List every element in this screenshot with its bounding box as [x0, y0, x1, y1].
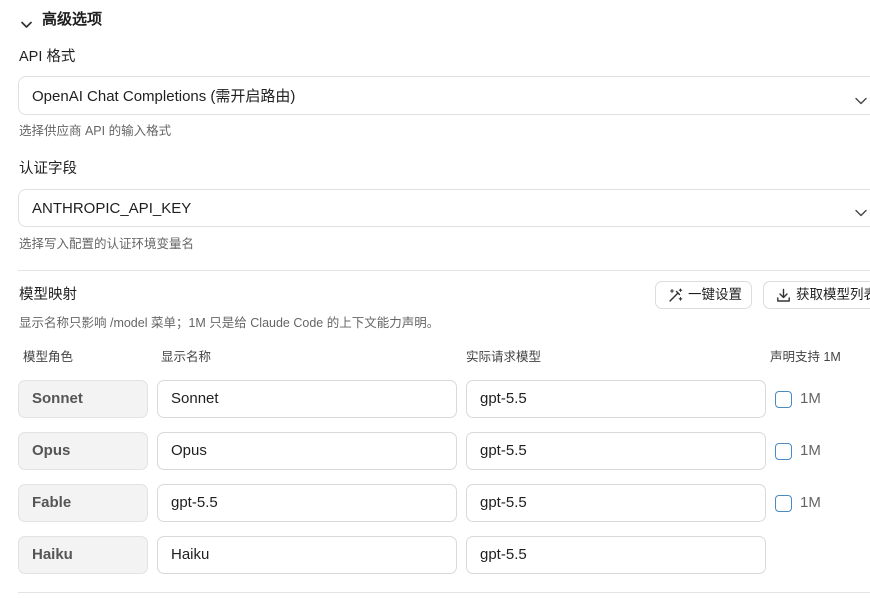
column-header-request-model: 实际请求模型: [466, 350, 542, 364]
auth-field-value: ANTHROPIC_API_KEY: [32, 199, 192, 217]
api-format-hint: 选择供应商 API 的输入格式: [19, 124, 172, 138]
model-role-cell: Haiku: [18, 536, 148, 574]
download-icon: [776, 288, 791, 303]
api-format-label: API 格式: [19, 49, 76, 65]
table-row: Sonnet Sonnet gpt-5.5 1M: [0, 380, 870, 418]
quick-setup-button[interactable]: 一键设置: [655, 281, 752, 309]
request-model-input[interactable]: gpt-5.5: [466, 432, 766, 470]
advanced-options-toggle[interactable]: 高级选项: [18, 8, 158, 32]
model-mapping-title: 模型映射: [19, 287, 77, 303]
display-name-input[interactable]: Opus: [157, 432, 457, 470]
request-model-input[interactable]: gpt-5.5: [466, 536, 766, 574]
fetch-models-label: 获取模型列表: [796, 287, 870, 302]
display-name-input[interactable]: Haiku: [157, 536, 457, 574]
column-header-display-name: 显示名称: [161, 350, 212, 364]
display-name-input[interactable]: Sonnet: [157, 380, 457, 418]
auth-field-select[interactable]: ANTHROPIC_API_KEY: [18, 189, 870, 227]
divider: [18, 270, 870, 271]
column-header-role: 模型角色: [23, 350, 74, 364]
chevron-down-icon: [21, 16, 32, 28]
api-format-select[interactable]: OpenAI Chat Completions (需开启路由): [18, 76, 870, 115]
section-title: 高级选项: [42, 11, 103, 28]
model-role-cell: Fable: [18, 484, 148, 522]
request-model-input[interactable]: gpt-5.5: [466, 484, 766, 522]
model-role-cell: Sonnet: [18, 380, 148, 418]
supports-1m-checkbox[interactable]: [775, 495, 792, 512]
display-name-input[interactable]: gpt-5.5: [157, 484, 457, 522]
auth-field-hint: 选择写入配置的认证环境变量名: [19, 237, 195, 251]
table-row: Opus Opus gpt-5.5 1M: [0, 432, 870, 470]
chevron-down-icon: [855, 204, 867, 217]
model-mapping-description: 显示名称只影响 /model 菜单；1M 只是给 Claude Code 的上下…: [19, 316, 440, 330]
quick-setup-label: 一键设置: [688, 287, 742, 302]
table-row: Fable gpt-5.5 gpt-5.5 1M: [0, 484, 870, 522]
divider: [18, 592, 870, 593]
supports-1m-checkbox[interactable]: [775, 391, 792, 408]
api-format-value: OpenAI Chat Completions (需开启路由): [32, 88, 296, 105]
request-model-input[interactable]: gpt-5.5: [466, 380, 766, 418]
fetch-models-button[interactable]: 获取模型列表: [763, 281, 870, 309]
supports-1m-label: 1M: [800, 494, 821, 511]
supports-1m-checkbox[interactable]: [775, 443, 792, 460]
magic-wand-icon: [668, 288, 683, 303]
supports-1m-label: 1M: [800, 390, 821, 407]
column-header-supports-1m: 声明支持 1M: [770, 350, 841, 364]
supports-1m-label: 1M: [800, 442, 821, 459]
chevron-down-icon: [855, 92, 867, 104]
table-row: Haiku Haiku gpt-5.5: [0, 536, 870, 574]
auth-field-label: 认证字段: [19, 161, 77, 177]
model-role-cell: Opus: [18, 432, 148, 470]
